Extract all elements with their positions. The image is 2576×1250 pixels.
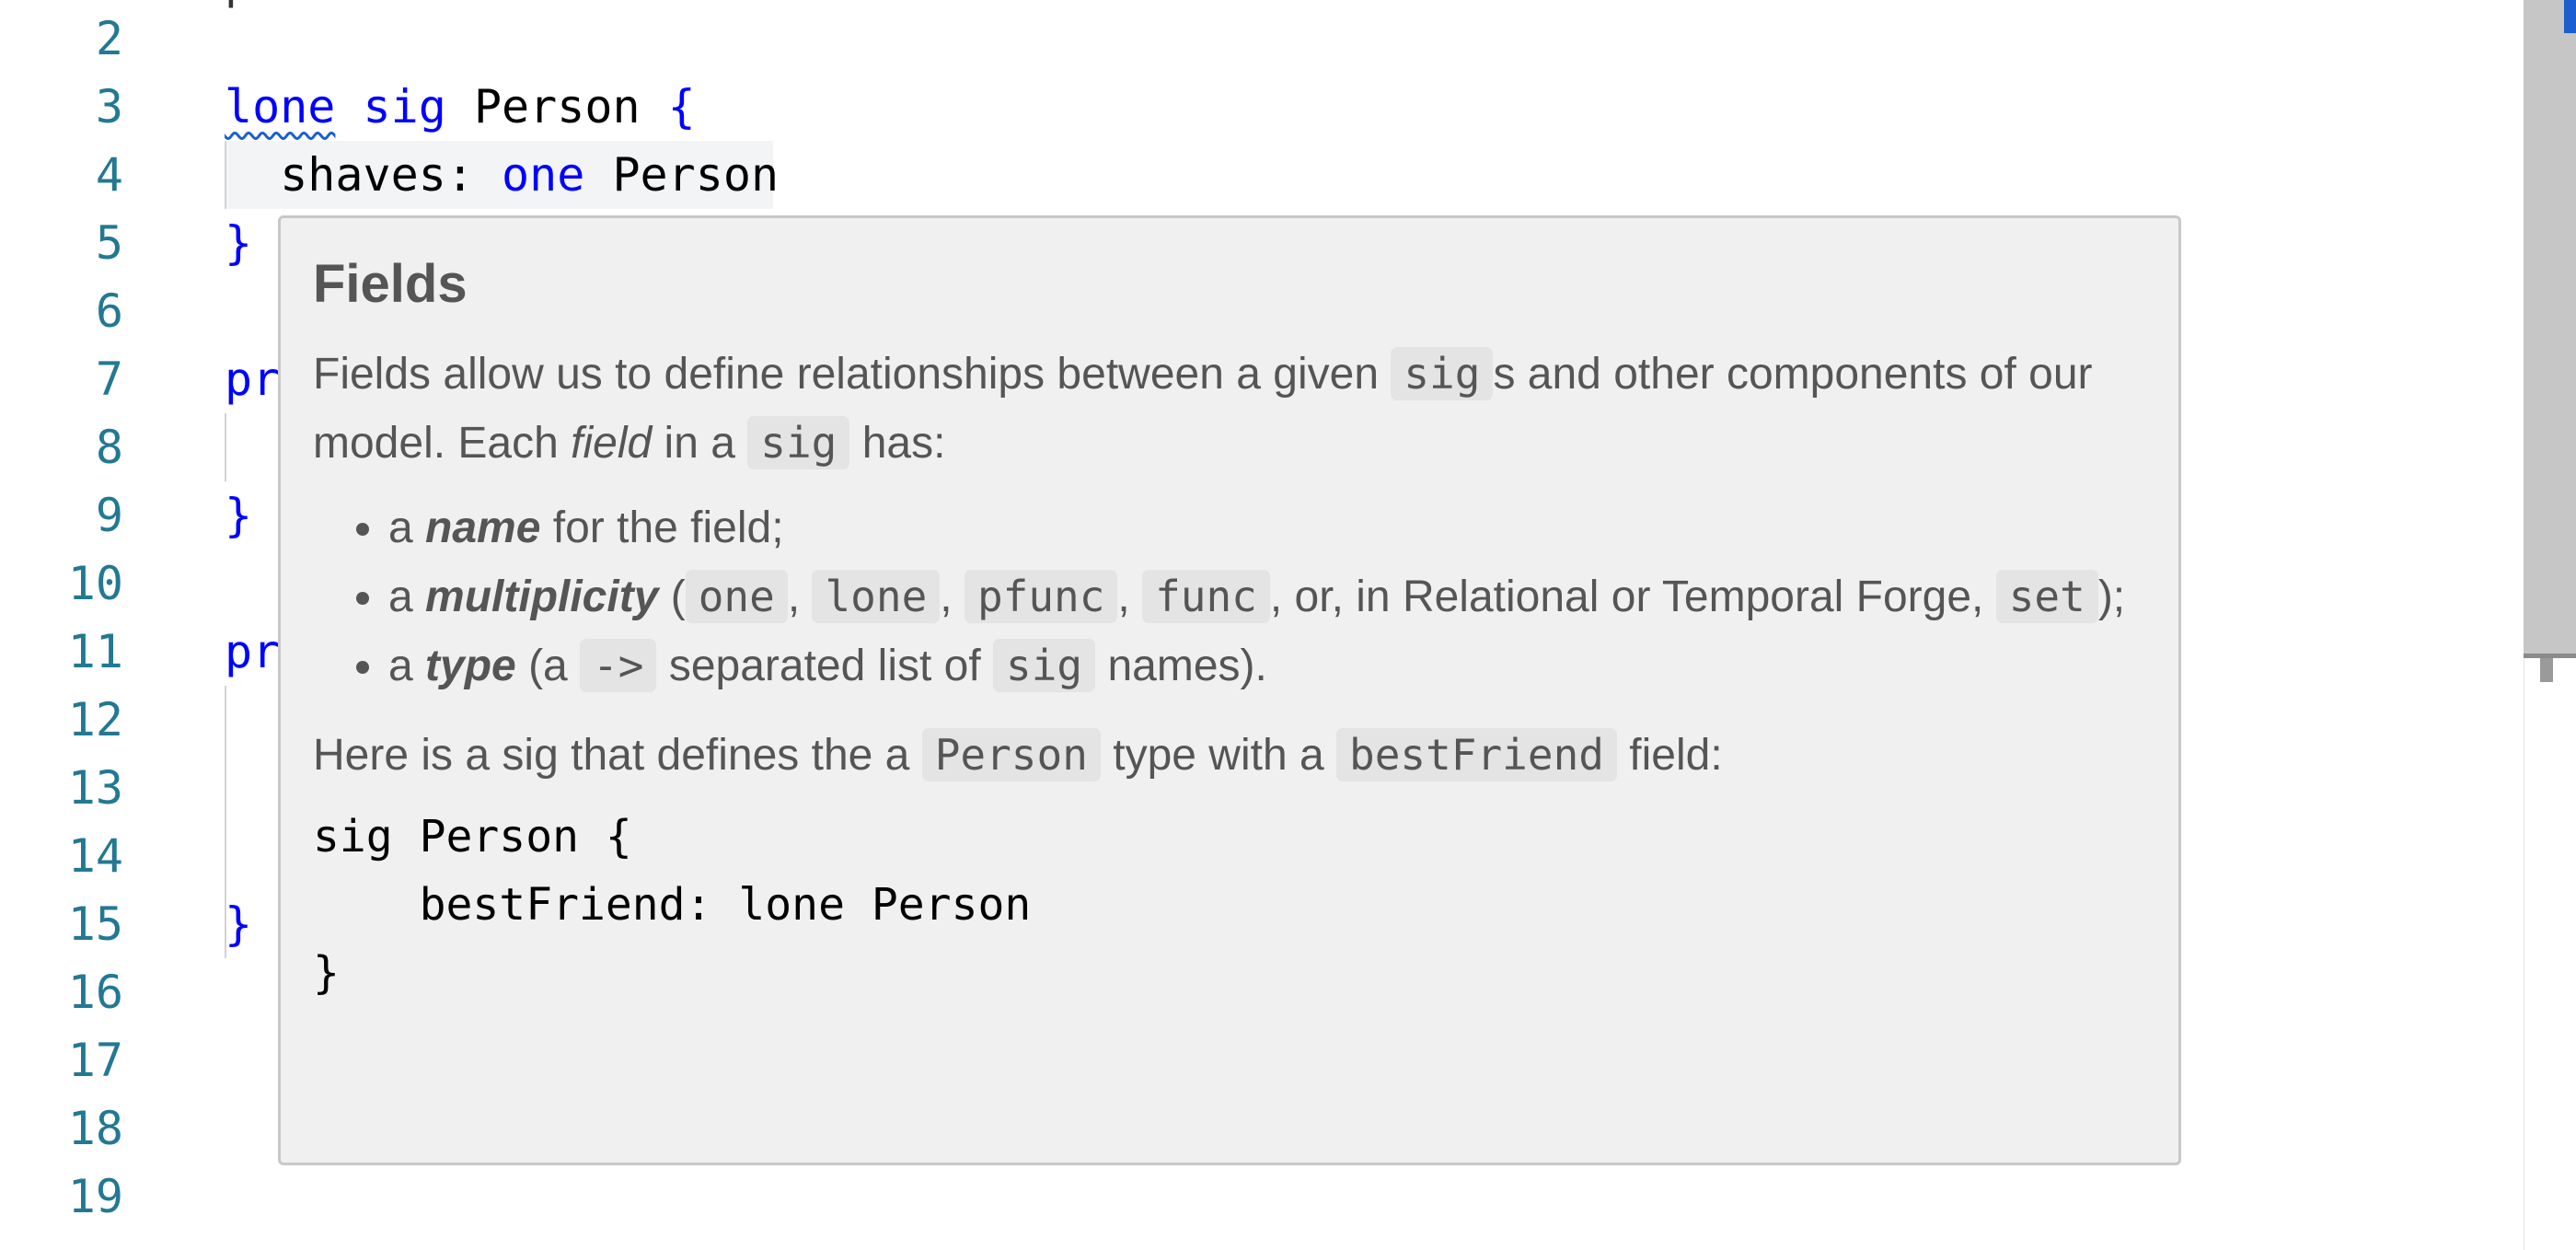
line-number: 14 <box>67 829 123 883</box>
inline-code: set <box>1995 570 2098 623</box>
line-number: 12 <box>67 693 123 747</box>
code-token: Person <box>445 80 668 133</box>
inline-code: one <box>685 570 788 623</box>
keyword-token: } <box>225 897 253 951</box>
inline-code: bestFriend <box>1336 728 1617 781</box>
line-code[interactable]: } <box>225 481 252 550</box>
field-components-list: a name for the field; a multiplicity (on… <box>313 494 2154 700</box>
list-item: a multiplicity (one, lone, pfunc, func, … <box>388 562 2154 631</box>
line-number: 19 <box>67 1170 123 1223</box>
hover-title: Fields <box>313 254 468 314</box>
scrollbar-marker <box>2540 658 2553 682</box>
line-number: 16 <box>67 966 123 1019</box>
scrollbar-cursor-marker <box>2564 0 2576 33</box>
inline-code: func <box>1142 570 1270 623</box>
inline-code: sig <box>747 416 850 469</box>
keyword-token: { <box>667 80 696 133</box>
code-token: shaves: <box>225 148 502 202</box>
code-line[interactable]: 3 lone sig Person { <box>0 73 2524 141</box>
line-number: 9 <box>95 489 123 542</box>
line-code[interactable]: lone sig Person { <box>225 73 696 141</box>
list-item: a name for the field; <box>388 494 2154 562</box>
line-number: 7 <box>95 353 123 406</box>
code-line[interactable]: 2 <box>0 5 2524 73</box>
line-number: 18 <box>67 1102 123 1155</box>
code-line[interactable]: 4 shaves: one Person <box>0 141 2524 209</box>
inline-code: pfunc <box>964 570 1118 623</box>
inline-code: lone <box>812 570 941 623</box>
keyword-token: } <box>225 489 253 542</box>
hover-intro-paragraph: Fields allow us to define relationships … <box>313 347 2093 469</box>
code-token: Person <box>584 148 780 202</box>
line-number: 6 <box>95 284 123 338</box>
code-line[interactable]: 19 <box>0 1163 2524 1231</box>
example-intro-paragraph: Here is a sig that defines the a Person … <box>313 728 1723 781</box>
keyword-token: } <box>225 216 253 270</box>
line-number: 8 <box>95 421 123 474</box>
line-number: 10 <box>67 557 123 610</box>
line-number: 13 <box>67 761 123 815</box>
inline-code: sig <box>1391 347 1494 400</box>
line-code[interactable]: pr <box>225 345 280 413</box>
keyword-token: one <box>502 148 585 202</box>
hover-documentation-popup: Fields Fields allow us to define relatio… <box>278 215 2181 1165</box>
keyword-token: pr <box>225 625 281 678</box>
line-number: 2 <box>95 12 123 65</box>
line-number: 15 <box>67 897 123 951</box>
scrollbar-thumb[interactable] <box>2524 0 2576 654</box>
inline-code: -> <box>580 639 657 692</box>
line-code[interactable]: } <box>225 890 252 958</box>
keyword-token: pr <box>225 353 281 406</box>
keyword-token: sig <box>363 80 446 133</box>
line-number: 5 <box>95 216 123 270</box>
inline-code: Person <box>921 728 1101 781</box>
keyword-token: lone <box>225 80 336 133</box>
list-item: a type (a -> separated list of sig names… <box>388 631 2154 700</box>
line-number: 17 <box>67 1034 123 1087</box>
line-code[interactable]: pr <box>225 618 280 686</box>
line-number: 4 <box>95 148 123 202</box>
inline-code: sig <box>993 639 1096 692</box>
line-code[interactable]: } <box>225 209 252 277</box>
line-number: 3 <box>95 80 123 133</box>
example-code-block: sig Person { bestFriend: lone Person } <box>313 811 1032 999</box>
line-number: 11 <box>67 625 123 678</box>
line-code[interactable]: shaves: one Person <box>225 141 779 209</box>
